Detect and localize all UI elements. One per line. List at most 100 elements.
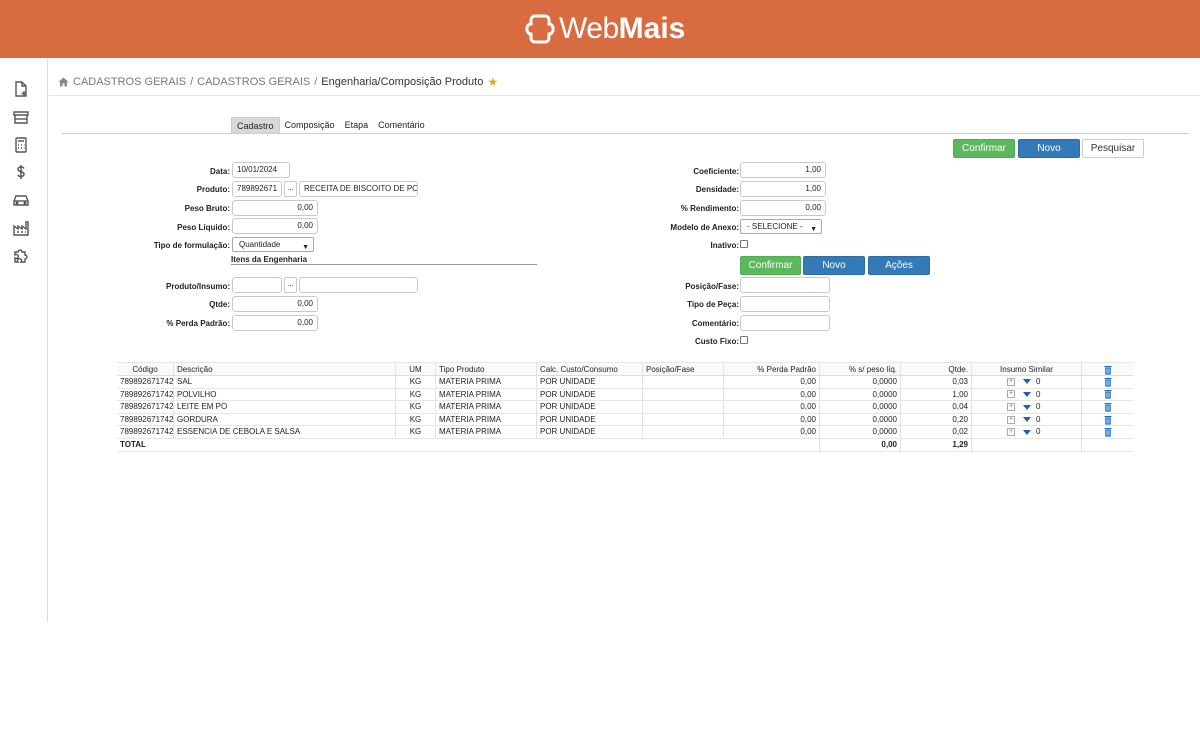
table-row[interactable]: 7898926717428 SAL KG MATERIA PRIMA POR UNIDA… (117, 376, 1133, 389)
densidade-field[interactable]: 1,00 (740, 181, 826, 197)
table-row[interactable]: 7898926717427 LEITE EM PO KG MATERIA PRIMA P… (117, 401, 1133, 414)
inativo-checkbox[interactable] (740, 240, 748, 248)
cell-insumo-similar: +0 (972, 413, 1082, 426)
produto-code-field[interactable]: 789892671 (232, 181, 282, 197)
cell-codigo: 7898926717428 (117, 376, 174, 388)
new-button[interactable]: Novo (1018, 139, 1080, 158)
col-header-descricao[interactable]: Descrição (174, 363, 396, 375)
tab-bar: Cadastro Composição Etapa Comentário (231, 117, 430, 134)
dropdown-triangle-icon[interactable] (1023, 429, 1031, 435)
cell-descricao: LEITE EM PO (174, 401, 396, 413)
expand-plus-icon[interactable]: + (1007, 390, 1015, 399)
col-header-codigo[interactable]: Código (117, 363, 174, 375)
car-icon[interactable] (12, 191, 30, 209)
dollar-icon[interactable] (12, 163, 30, 181)
produto-lookup-button[interactable]: ... (284, 181, 297, 197)
new-document-icon[interactable] (12, 80, 30, 98)
qtde-field[interactable]: 0,00 (232, 296, 318, 312)
dropdown-triangle-icon[interactable] (1023, 379, 1031, 385)
breadcrumb-item-2[interactable]: CADASTROS GERAIS (197, 76, 310, 88)
rendimento-field[interactable]: 0,00 (740, 200, 826, 216)
tab-composicao[interactable]: Composição (280, 117, 340, 134)
search-button[interactable]: Pesquisar (1082, 139, 1144, 158)
trash-icon[interactable] (1104, 427, 1112, 437)
cell-perda-padrao: 0,00 (724, 376, 820, 388)
expand-plus-icon[interactable]: + (1007, 403, 1015, 412)
total-qtde-cell: 1,29 (901, 438, 972, 451)
col-header-peso-liq[interactable]: % s/ peso líq. (820, 363, 901, 375)
data-field[interactable]: 10/01/2024 (232, 162, 290, 178)
dropdown-triangle-icon[interactable] (1023, 391, 1031, 397)
insumo-lookup-button[interactable]: ... (284, 277, 297, 293)
breadcrumb-item-1[interactable]: CADASTROS GERAIS (73, 76, 186, 88)
trash-icon[interactable] (1104, 415, 1112, 425)
confirm-button[interactable]: Confirmar (953, 139, 1015, 158)
tab-etapa[interactable]: Etapa (340, 117, 374, 134)
col-header-perda-padrao[interactable]: % Perda Padrão (724, 363, 820, 375)
home-icon[interactable] (58, 77, 69, 87)
comentario-label: Comentário: (691, 319, 739, 328)
cell-peso-liq: 0,0000 (820, 426, 901, 438)
table-row[interactable]: 7898926717429 ESSENCIA DE CEBOLA E SALSA K… (117, 426, 1133, 439)
trash-icon[interactable] (1104, 377, 1112, 387)
modelo-anexo-select[interactable]: - SELECIONE - ▼ (740, 219, 822, 234)
dropdown-triangle-icon[interactable] (1023, 417, 1031, 423)
cell-descricao: POLVILHO (174, 388, 396, 401)
cell-codigo: 7898926717427 (117, 401, 174, 413)
puzzle-icon[interactable] (12, 246, 30, 264)
produto-label: Produto: (196, 185, 230, 194)
item-new-button[interactable]: Novo (803, 256, 865, 275)
factory-icon[interactable] (12, 219, 30, 237)
table-body: 7898926717428 SAL KG MATERIA PRIMA POR UNIDA… (117, 376, 1133, 439)
cell-perda-padrao: 0,00 (724, 388, 820, 401)
favorite-star-icon[interactable]: ★ (487, 75, 498, 89)
item-actions-button[interactable]: Ações (868, 256, 930, 275)
insumo-name-field[interactable] (299, 277, 418, 293)
similar-count: 0 (1036, 402, 1041, 412)
expand-plus-icon[interactable]: + (1007, 428, 1015, 437)
coeficiente-field[interactable]: 1,00 (740, 162, 826, 178)
col-header-tipo-produto[interactable]: Tipo Produto (436, 363, 537, 375)
tab-comentario[interactable]: Comentário (373, 117, 430, 134)
col-header-qtde[interactable]: Qtde. (901, 363, 972, 375)
peso-liquido-field[interactable]: 0,00 (232, 218, 318, 234)
calculator-icon[interactable] (12, 136, 30, 154)
cell-peso-liq: 0,0000 (820, 413, 901, 426)
similar-count: 0 (1036, 427, 1041, 437)
trash-icon[interactable] (1104, 389, 1112, 400)
tipo-formulacao-select[interactable]: Quantidade ▼ (232, 237, 314, 252)
col-header-insumo-similar[interactable]: Insumo Similar (972, 363, 1082, 375)
table-row[interactable]: 7898926717425 POLVILHO KG MATERIA PRIMA POR … (117, 388, 1133, 402)
col-header-calc-custo[interactable]: Calc. Custo/Consumo (537, 363, 643, 375)
peso-liquido-label: Peso Líquido: (177, 223, 230, 232)
table-row[interactable]: 7898926717426 GORDURA KG MATERIA PRIMA POR U… (117, 413, 1133, 427)
custo-fixo-checkbox[interactable] (740, 336, 748, 344)
insumo-code-field[interactable] (232, 277, 282, 293)
item-confirm-button[interactable]: Confirmar (740, 256, 801, 275)
perda-padrao-field[interactable]: 0,00 (232, 315, 318, 331)
cell-descricao: SAL (174, 376, 396, 388)
trash-icon[interactable] (1104, 402, 1112, 412)
posicao-fase-field[interactable] (740, 277, 830, 293)
produto-name-field[interactable]: RECEITA DE BISCOITO DE POI (299, 181, 418, 197)
perda-padrao-label: % Perda Padrão: (166, 319, 230, 328)
dropdown-triangle-icon[interactable] (1023, 404, 1031, 410)
tipo-formulacao-value: Quantidade (239, 240, 281, 249)
col-header-posicao-fase[interactable]: Posição/Fase (643, 363, 724, 375)
cell-descricao: GORDURA (174, 413, 396, 426)
expand-plus-icon[interactable]: + (1007, 415, 1015, 424)
peso-bruto-field[interactable]: 0,00 (232, 200, 318, 216)
cell-perda-padrao: 0,00 (724, 401, 820, 413)
comentario-field[interactable] (740, 315, 830, 331)
webmais-logo[interactable]: Web Mais (525, 10, 685, 48)
store-icon[interactable] (12, 108, 30, 126)
cell-qtde: 0,02 (901, 426, 972, 438)
trash-icon[interactable] (1104, 365, 1112, 375)
breadcrumb-current: Engenharia/Composição Produto (321, 76, 484, 88)
tab-cadastro[interactable]: Cadastro (231, 117, 280, 134)
col-header-um[interactable]: UM (396, 363, 436, 375)
tipo-peca-field[interactable] (740, 296, 830, 312)
similar-count: 0 (1036, 389, 1041, 399)
breadcrumb: CADASTROS GERAIS / CADASTROS GERAIS / En… (58, 75, 498, 89)
expand-plus-icon[interactable]: + (1007, 377, 1015, 386)
